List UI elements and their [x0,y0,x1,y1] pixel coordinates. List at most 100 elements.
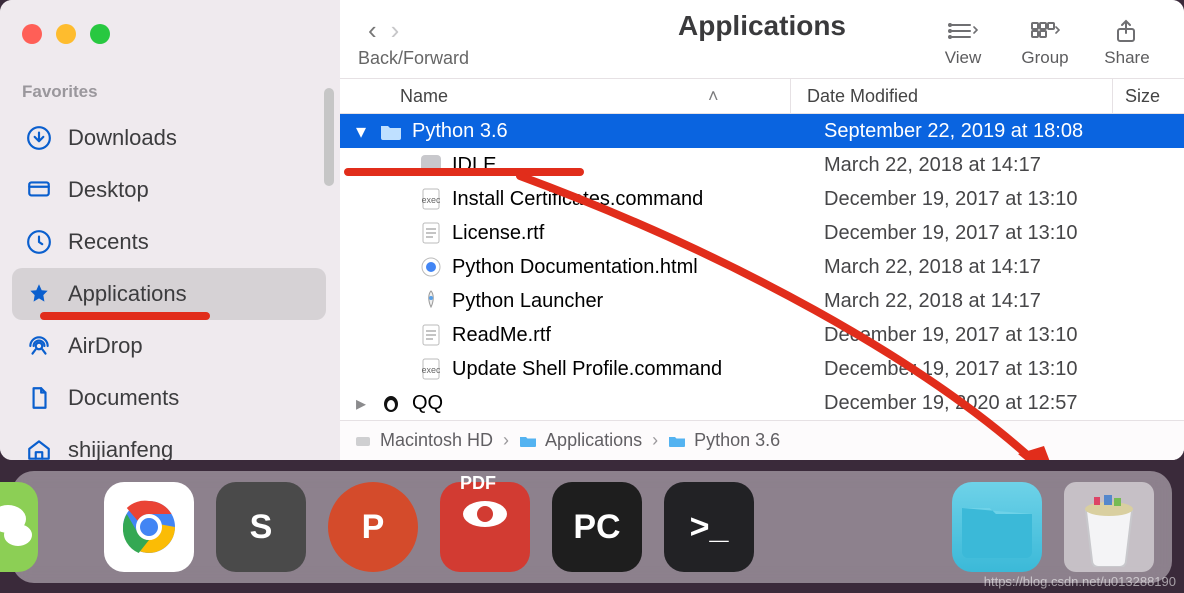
file-row[interactable]: exec Update Shell Profile.command December… [340,352,1184,386]
path-bar: Macintosh HD › Applications › Python 3.6 [340,420,1184,460]
desktop-icon [26,177,52,203]
dock-app-sublime[interactable]: S [216,482,306,572]
file-icon [420,154,442,176]
svg-text:exec: exec [422,195,440,205]
minimize-button[interactable] [56,24,76,44]
file-date: December 19, 2017 at 13:10 [808,188,1184,211]
download-icon [26,125,52,151]
file-icon [420,222,442,244]
airdrop-icon [26,333,52,359]
toolbar-share[interactable]: Share [1088,16,1166,68]
svg-text:exec: exec [422,365,440,375]
column-name[interactable]: Name ˄ [340,86,790,107]
sidebar-item-desktop[interactable]: Desktop [0,164,340,216]
dock-app-spacer [776,482,930,572]
dock-app-ppt[interactable]: P [328,482,418,572]
doc-icon [26,385,52,411]
chevron-right-icon: › [503,430,509,451]
maximize-button[interactable] [90,24,110,44]
file-row[interactable]: Python Documentation.html March 22, 2018 … [340,250,1184,284]
back-forward-label: Back/Forward [358,48,469,69]
file-row[interactable]: IDLEMarch 22, 2018 at 14:17 [340,148,1184,182]
folder-icon [668,434,686,448]
folder-icon [519,434,537,448]
file-date: December 19, 2017 at 13:10 [808,358,1184,381]
file-icon [380,392,402,414]
file-icon [420,256,442,278]
apps-icon [26,281,52,307]
file-name: Python 3.6 [412,120,508,143]
column-headers: Name ˄ Date Modified Size [340,78,1184,114]
sidebar-item-shijianfeng[interactable]: shijianfeng [0,424,340,460]
window-controls [22,24,110,44]
file-date: March 22, 2018 at 14:17 [808,290,1184,313]
file-icon [420,324,442,346]
dock-app-term[interactable]: >_ [664,482,754,572]
file-icon [420,290,442,312]
dock-app-pycharm[interactable]: PC [552,482,642,572]
file-date: December 19, 2017 at 13:10 [808,222,1184,245]
disk-icon [354,432,372,450]
file-name: Update Shell Profile.command [452,358,722,381]
file-row[interactable]: License.rtf December 19, 2017 at 13:10 [340,216,1184,250]
window-title: Applications [678,10,846,42]
sidebar-scrollbar[interactable] [324,88,334,186]
file-name: QQ [412,392,443,415]
file-row[interactable]: ▸ QQ December 19, 2020 at 12:57 [340,386,1184,420]
file-row[interactable]: execInstall Certificates.commandDecember… [340,182,1184,216]
sidebar-item-applications[interactable]: Applications [12,268,326,320]
share-icon [1112,16,1142,46]
toolbar-label: View [945,48,982,68]
file-date: September 22, 2019 at 18:08 [808,120,1184,143]
sidebar-item-label: Recents [68,229,149,255]
file-date: March 22, 2018 at 14:17 [808,256,1184,279]
toolbar-view[interactable]: View [924,16,1002,68]
dock-app-folder[interactable] [952,482,1042,572]
file-row[interactable]: Python LauncherMarch 22, 2018 at 14:17 [340,284,1184,318]
sidebar-item-recents[interactable]: Recents [0,216,340,268]
toolbar-label: Group [1021,48,1068,68]
path-crumb[interactable]: Python 3.6 [668,430,780,451]
sidebar-item-label: shijianfeng [68,437,173,460]
path-crumb[interactable]: Applications [519,430,642,451]
close-button[interactable] [22,24,42,44]
clock-icon [26,229,52,255]
crumb-label: Macintosh HD [380,430,493,451]
disclosure-icon[interactable]: ▾ [356,119,370,144]
file-row[interactable]: ▾ Python 3.6 September 22, 2019 at 18:08 [340,114,1184,148]
view-icon [948,16,978,46]
dock-app-wechat[interactable] [0,482,38,572]
finder-window: Favorites DownloadsDesktopRecentsApplica… [0,0,1184,460]
sidebar-item-downloads[interactable]: Downloads [0,112,340,164]
toolbar-label: Share [1104,48,1149,68]
sidebar-item-documents[interactable]: Documents [0,372,340,424]
column-size[interactable]: Size [1112,79,1184,113]
dock: SPPDFPC>_ [12,471,1172,583]
toolbar: ‹ › Back/Forward Applications View Group S… [340,0,1184,78]
file-icon: exec [420,358,442,380]
file-name: License.rtf [452,222,544,245]
toolbar-group[interactable]: Group [1006,16,1084,68]
file-name: Python Documentation.html [452,256,698,279]
forward-button[interactable]: › [391,15,400,46]
path-crumb[interactable]: Macintosh HD [354,430,493,451]
sidebar: Favorites DownloadsDesktopRecentsApplica… [0,0,340,460]
sidebar-item-label: Desktop [68,177,149,203]
file-date: March 22, 2018 at 14:17 [808,154,1184,177]
file-row[interactable]: ReadMe.rtfDecember 19, 2017 at 13:10 [340,318,1184,352]
file-name: ReadMe.rtf [452,324,551,347]
dock-app-pdf[interactable]: PDF [440,482,530,572]
chevron-right-icon: › [652,430,658,451]
sort-caret-icon: ˄ [708,86,719,107]
file-icon: exec [420,188,442,210]
file-icon [380,120,402,142]
crumb-label: Python 3.6 [694,430,780,451]
dock-app-chrome[interactable] [104,482,194,572]
dock-app-trash[interactable] [1064,482,1154,572]
back-button[interactable]: ‹ [368,15,377,46]
file-date: December 19, 2020 at 12:57 [808,392,1184,415]
column-date[interactable]: Date Modified [790,79,1112,113]
sidebar-item-airdrop[interactable]: AirDrop [0,320,340,372]
sidebar-item-label: AirDrop [68,333,143,359]
disclosure-icon[interactable]: ▸ [356,391,370,416]
